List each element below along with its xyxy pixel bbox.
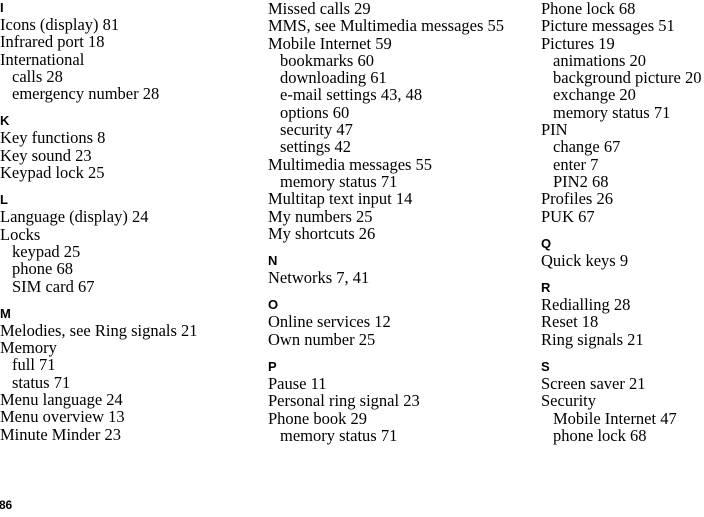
index-subentry: memory status 71	[280, 171, 398, 191]
index-subentry: calls 28	[12, 66, 63, 86]
index-entry: Personal ring signal 23	[268, 391, 420, 411]
index-subentry: animations 20	[553, 50, 647, 70]
index-entry: PUK 67	[541, 206, 595, 226]
index-column-3: Phone lock 68 Picture messages 51 Pictures…	[541, 0, 704, 444]
index-letter-heading: O	[268, 297, 279, 313]
index-letter-heading: L	[0, 192, 8, 208]
index-entry: Ring signals 21	[541, 329, 644, 349]
index-letter-heading: K	[0, 113, 10, 129]
index-letter-heading: P	[268, 359, 277, 375]
index-entry: Own number 25	[268, 329, 376, 349]
index-letter-heading: N	[268, 253, 278, 269]
index-subentry: status 71	[12, 372, 71, 392]
index-subentry: bookmarks 60	[280, 50, 374, 70]
index-entry: Keypad lock 25	[0, 163, 105, 183]
index-subentry: settings 42	[280, 137, 352, 157]
index-subentry: keypad 25	[12, 241, 81, 261]
index-entry: International	[0, 49, 85, 69]
index-subentry: options 60	[280, 102, 350, 122]
index-subentry: change 67	[553, 137, 621, 157]
index-entry: Memory	[0, 338, 57, 358]
index-entry: Quick keys 9	[541, 250, 629, 270]
index-entry: Language (display) 24	[0, 207, 149, 227]
index-subentry: security 47	[280, 120, 353, 140]
index-subentry: SIM card 67	[12, 276, 95, 296]
index-entry: Locks	[0, 224, 41, 244]
index-entry: Phone lock 68	[541, 0, 636, 18]
index-column-1: I Icons (display) 81 Infrared port 18 Inter…	[0, 0, 262, 443]
index-page: I Icons (display) 81 Infrared port 18 Inter…	[0, 0, 704, 517]
page-number: 86	[0, 498, 12, 512]
index-entry: Melodies, see Ring signals 21	[0, 320, 198, 340]
index-entry: Reset 18	[541, 312, 599, 332]
index-subentry: emergency number 28	[12, 84, 160, 104]
index-subentry: enter 7	[553, 154, 599, 174]
index-subentry: memory status 71	[553, 102, 671, 122]
index-entry: Networks 7, 41	[268, 268, 370, 288]
index-entry: Multitap text input 14	[268, 189, 413, 209]
index-letter-heading: I	[0, 0, 4, 15]
index-subentry: PIN2 68	[553, 171, 609, 191]
index-letter-heading: M	[0, 305, 11, 321]
index-subentry: downloading 61	[280, 68, 387, 88]
index-subentry: background picture 20	[553, 68, 702, 88]
index-entry: Icons (display) 81	[0, 15, 120, 34]
index-entry: Security	[541, 391, 596, 411]
index-subentry: Mobile Internet 47	[553, 408, 677, 428]
index-entry: Mobile Internet 59	[268, 33, 392, 53]
index-entry: My shortcuts 26	[268, 223, 376, 243]
index-entry: Key sound 23	[0, 145, 92, 165]
index-entry: My numbers 25	[268, 206, 373, 226]
index-entry: Online services 12	[268, 312, 391, 332]
index-entry: Picture messages 51	[541, 16, 675, 36]
index-entry: Phone book 29	[268, 408, 367, 428]
index-letter-heading: Q	[541, 235, 552, 251]
index-entry: PIN	[541, 120, 568, 140]
index-subentry: e-mail settings 43, 48	[280, 85, 423, 105]
index-entry: Pictures 19	[541, 33, 615, 53]
index-entry: Profiles 26	[541, 189, 613, 209]
index-letter-heading: R	[541, 280, 551, 296]
index-letter-heading: S	[541, 359, 550, 375]
index-entry: Menu overview 13	[0, 407, 125, 427]
index-entry: Minute Minder 23	[0, 424, 121, 444]
index-entry: Infrared port 18	[0, 32, 105, 52]
index-entry: MMS, see Multimedia messages 55	[268, 16, 505, 36]
index-entry: Pause 11	[268, 374, 327, 394]
index-entry: Missed calls 29	[268, 0, 371, 18]
index-entry: Key functions 8	[0, 128, 106, 148]
index-entry: Menu language 24	[0, 390, 123, 410]
index-entry: Multimedia messages 55	[268, 154, 433, 174]
index-entry: Screen saver 21	[541, 374, 646, 394]
index-column-2: Missed calls 29 MMS, see Multimedia messa…	[268, 0, 536, 444]
index-subentry: phone lock 68	[553, 425, 647, 445]
index-subentry: memory status 71	[280, 425, 398, 445]
index-entry: Redialling 28	[541, 295, 631, 315]
index-subentry: exchange 20	[553, 85, 636, 105]
index-subentry: phone 68	[12, 259, 73, 279]
index-subentry: full 71	[12, 355, 56, 375]
